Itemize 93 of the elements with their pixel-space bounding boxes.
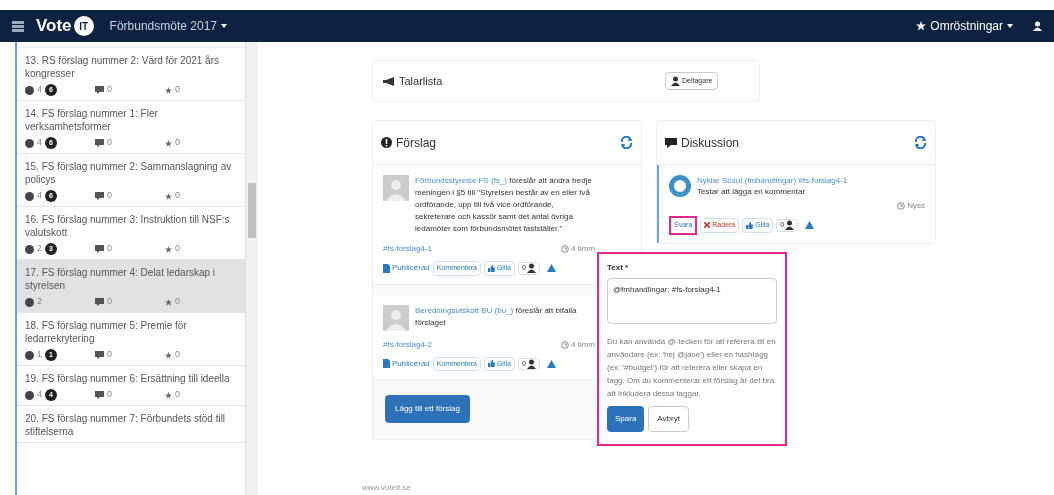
share-icon	[546, 359, 556, 368]
thumbs-up-icon	[487, 264, 495, 272]
star-icon	[165, 298, 172, 306]
star-count: 0	[175, 348, 180, 362]
footer-text: www.voteit.se	[361, 482, 411, 494]
clock-icon	[561, 245, 569, 253]
caret-icon	[1007, 24, 1013, 28]
thumbs-up-icon	[487, 360, 495, 368]
star-icon	[165, 351, 172, 359]
comment-icon	[95, 245, 104, 253]
person-icon	[526, 263, 536, 274]
comment-count: 0	[107, 189, 112, 203]
timestamp: 4 timm	[561, 338, 595, 351]
comment-icon	[665, 137, 677, 148]
status-label: Publicerad	[383, 357, 430, 370]
comment-count: 0	[107, 348, 112, 362]
star-icon	[916, 21, 927, 31]
star-count: 0	[175, 136, 180, 150]
thumbs-up-icon	[746, 221, 754, 229]
star-count: 0	[175, 189, 180, 203]
proposal-count: 4	[37, 83, 42, 97]
exclamation-icon	[381, 137, 392, 148]
proposal-count: 2	[37, 295, 42, 309]
share-icon	[546, 264, 556, 273]
proposal-count: 4	[37, 388, 42, 402]
star-icon	[165, 192, 172, 200]
avatar-placeholder	[383, 304, 409, 331]
proposal-count: 2	[37, 242, 42, 256]
star-icon	[165, 139, 172, 147]
comment-count: 0	[107, 295, 112, 309]
document-icon	[383, 359, 390, 369]
panel-title: Diskussion	[681, 134, 741, 152]
author-link[interactable]: Förbundsstyrelse FS (fs_)	[415, 176, 508, 185]
help-text: Du kan använda @-tecken för att referera till en användare (ex: 'hej @jane') eller en hashtagg (ex: '#budget') för att referera eller skapa en tagg. Om du kommenterar ett förslag är det bra att inkludera dessa taggar.	[607, 336, 777, 400]
person-icon	[1033, 21, 1042, 31]
star-icon	[165, 391, 172, 399]
comment-text: Testar att lägga en kommentar	[697, 186, 807, 197]
comment-input[interactable]: @fmhandlingar: #fs-forslag4-1	[607, 278, 777, 324]
close-icon	[704, 222, 711, 229]
caret-icon	[221, 24, 227, 28]
proposal-count: 4	[37, 189, 42, 203]
meeting-menu[interactable]: Förbundsmöte 2017	[109, 17, 227, 35]
scrollbar[interactable]	[245, 42, 258, 495]
share-icon	[805, 221, 815, 230]
person-icon	[526, 358, 536, 369]
comment-count: 0	[107, 388, 112, 402]
clock-icon	[897, 202, 906, 210]
comment-count: 0	[107, 242, 112, 256]
comment-icon	[95, 86, 104, 94]
proposal-count: 1	[37, 348, 42, 362]
person-icon	[671, 76, 680, 86]
avatar-icon	[669, 175, 691, 197]
comment-count: 0	[107, 83, 112, 97]
logo[interactable]: Vote IT	[36, 13, 94, 39]
panel-title: Förslag	[396, 134, 437, 152]
comment-icon	[95, 298, 104, 306]
agenda-item[interactable]: 17. FS förslag nummer 4: Delat ledarskap i styrelsen 2 0 0	[17, 260, 245, 313]
megaphone-icon	[383, 76, 395, 86]
clock-icon	[561, 340, 569, 349]
person-icon	[785, 220, 795, 231]
comment-icon	[95, 391, 104, 399]
tag-link[interactable]: #fs-forslag4-1	[383, 243, 432, 255]
document-icon	[383, 263, 390, 273]
cancel-button[interactable]: Avbryt	[648, 406, 689, 432]
refresh-icon	[620, 136, 633, 149]
comment-icon	[95, 351, 104, 359]
avatar-placeholder	[383, 175, 409, 201]
comment-icon	[95, 192, 104, 200]
timestamp: Nyss	[897, 200, 925, 212]
field-label: Text *	[607, 262, 630, 274]
user-menu[interactable]	[1033, 21, 1042, 31]
star-count: 0	[175, 295, 180, 309]
refresh-icon	[914, 136, 927, 149]
proposal-count: 4	[37, 136, 42, 150]
star-count: 0	[175, 388, 180, 402]
panel-title: Talarlista	[399, 73, 443, 89]
tag-link[interactable]: #fs-forslag4-2	[383, 338, 432, 351]
author-link[interactable]: Beredningsutskott BU (bu_)	[415, 305, 514, 315]
star-count: 0	[175, 83, 180, 97]
polls-menu[interactable]: Omröstningar	[916, 17, 1013, 35]
timestamp: 4 timm	[561, 243, 595, 255]
comment-icon	[95, 139, 104, 147]
star-icon	[165, 86, 172, 94]
add-proposal-button[interactable]: Lägg till ett förslag	[385, 395, 470, 423]
menu-icon	[12, 20, 24, 32]
star-icon	[165, 245, 172, 253]
star-count: 0	[175, 242, 180, 256]
save-button[interactable]: Spara	[607, 406, 645, 432]
status-label: Publicerad	[383, 262, 430, 275]
comment-count: 0	[107, 136, 112, 150]
proposal-text: Beredningsutskott BU (bu_) föreslår att bifalla förslaget	[415, 304, 578, 329]
proposal-text: Förbundsstyrelse FS (fs_) föreslår att ändra tredje meningen i §5 till "Styrelsen består av en eller två ordförande, upp till två vice ordförande, sekreterare och kassör samt det antal övriga ledamöter som förbundsmötet fastställer."	[415, 175, 593, 235]
author-link[interactable]: Nyklar Scout (fmhandlingar) #fs-forslag4-1	[697, 175, 848, 186]
